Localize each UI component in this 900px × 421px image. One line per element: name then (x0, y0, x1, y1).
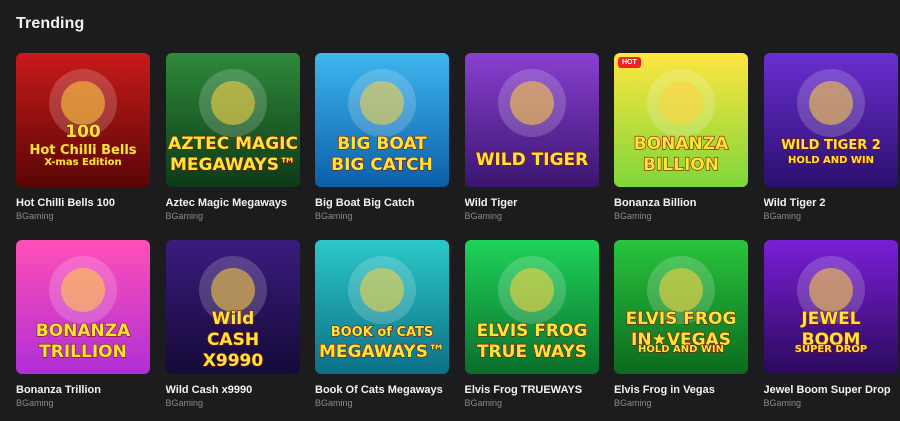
game-card[interactable]: 100 Hot Chilli Bells X-mas Edition Hot Chil… (16, 53, 150, 240)
game-thumbnail[interactable]: BONANZA TRILLION (16, 240, 150, 374)
game-art-title: BOOK of CATS (331, 325, 434, 340)
game-art-title: ELVIS FROG (476, 321, 587, 341)
game-provider: BGaming (315, 398, 353, 408)
game-art-title: Hot Chilli Bells (29, 143, 136, 158)
game-thumbnail[interactable]: BOOK of CATS MEGAWAYS™ (315, 240, 449, 374)
game-card[interactable]: ELVIS FROG TRUE WAYS Elvis Frog TRUEWAYS BG… (464, 240, 599, 421)
game-title[interactable]: Elvis Frog in Vegas (614, 384, 748, 397)
game-thumbnail[interactable]: ELVIS FROG TRUE WAYS (464, 240, 599, 374)
game-thumbnail[interactable]: ELVIS FROG IN★VEGAS HOLD AND WIN (614, 240, 748, 374)
game-provider: BGaming (763, 398, 802, 408)
game-art-title: X-mas Edition (44, 157, 121, 168)
game-provider: BGaming (614, 398, 652, 408)
game-card[interactable]: ELVIS FROG IN★VEGAS HOLD AND WIN Elvis Frog… (614, 240, 748, 421)
game-grid: 100 Hot Chilli Bells X-mas Edition Hot Chil… (16, 53, 898, 421)
game-thumbnail[interactable]: BONANZA BILLION HOT (614, 53, 748, 187)
game-card[interactable]: BONANZA BILLION HOT Bonanza Billion BGaming (614, 53, 748, 240)
game-title[interactable]: Book Of Cats Megaways (315, 384, 449, 397)
game-card[interactable]: WILD TIGER Wild Tiger BGaming (464, 53, 599, 240)
game-art-title: TRILLION (39, 342, 127, 362)
game-thumbnail[interactable]: AZTEC MAGIC MEGAWAYS™ (165, 53, 300, 187)
game-art-title: SUPER DROP (794, 344, 867, 355)
game-thumbnail[interactable]: JEWEL BOOM SUPER DROP (763, 240, 898, 374)
game-art-title: HOLD AND WIN (787, 155, 873, 166)
game-title[interactable]: Wild Tiger (465, 197, 599, 210)
game-title[interactable]: Big Boat Big Catch (315, 197, 449, 210)
game-art-title: WILD TIGER 2 (781, 138, 881, 153)
game-title[interactable]: Bonanza Billion (614, 197, 748, 210)
clover-icon (49, 256, 117, 324)
game-provider: BGaming (165, 398, 204, 408)
game-art-title: BONANZA (36, 321, 131, 341)
game-provider: BGaming (16, 398, 54, 408)
game-title[interactable]: Wild Cash x9990 (166, 384, 300, 397)
game-art-title: X9990 (202, 351, 263, 371)
game-art-title: ELVIS FROG (626, 309, 737, 329)
frog-icon (497, 256, 566, 324)
game-title[interactable]: Hot Chilli Bells 100 (16, 197, 150, 210)
game-card[interactable]: BONANZA TRILLION Bonanza Trillion BGaming (16, 240, 150, 421)
game-title[interactable]: Elvis Frog TRUEWAYS (465, 384, 599, 397)
game-thumbnail[interactable]: WILD TIGER (464, 53, 599, 187)
game-art-title: AZTEC MAGIC (168, 134, 298, 154)
game-art-title: Wild (211, 309, 254, 329)
game-art-title: TRUE WAYS (476, 342, 586, 362)
game-thumbnail[interactable]: WILD TIGER 2 HOLD AND WIN (763, 53, 898, 187)
aztec-queen-icon (198, 69, 267, 137)
game-title[interactable]: Aztec Magic Megaways (166, 197, 300, 210)
game-provider: BGaming (165, 211, 204, 221)
game-provider: BGaming (464, 398, 503, 408)
section-title: Trending (16, 15, 85, 32)
game-card[interactable]: WILD TIGER 2 HOLD AND WIN Wild Tiger 2 BGam… (763, 53, 898, 240)
game-provider: BGaming (464, 211, 503, 221)
tiger-icon (796, 69, 865, 137)
game-art-title: HOLD AND WIN (638, 344, 724, 355)
game-art-title: MEGAWAYS™ (319, 342, 445, 362)
game-art-title: CASH (206, 330, 258, 350)
game-art-title: WILD TIGER (475, 150, 588, 170)
game-thumbnail[interactable]: BIG BOAT BIG CATCH (315, 53, 449, 187)
game-card[interactable]: BOOK of CATS MEGAWAYS™ Book Of Cats Megawa… (315, 240, 449, 421)
game-art-title: BONANZA (634, 134, 729, 154)
game-title[interactable]: Jewel Boom Super Drop (764, 384, 898, 397)
cleopatra-icon (348, 256, 416, 324)
game-art-title: BIG BOAT (337, 134, 427, 154)
game-art-title: BIG CATCH (331, 155, 433, 175)
game-card[interactable]: JEWEL BOOM SUPER DROP Jewel Boom Super Drop… (763, 240, 898, 421)
game-provider: BGaming (614, 211, 652, 221)
hot-badge: HOT (618, 57, 641, 68)
game-thumbnail[interactable]: 100 Hot Chilli Bells X-mas Edition (16, 53, 150, 187)
game-provider: BGaming (315, 211, 353, 221)
trending-section: Trending 100 Hot Chilli Bells X-mas Editio… (0, 0, 900, 421)
game-art-title: MEGAWAYS™ (170, 155, 296, 175)
game-art-title: 100 (65, 122, 101, 142)
game-card[interactable]: BIG BOAT BIG CATCH Big Boat Big Catch BGami… (315, 53, 449, 240)
game-provider: BGaming (763, 211, 802, 221)
tiger-icon (497, 69, 566, 137)
game-card[interactable]: Wild CASH X9990 Wild Cash x9990 BGaming (165, 240, 300, 421)
game-thumbnail[interactable]: Wild CASH X9990 (165, 240, 300, 374)
game-provider: BGaming (16, 211, 54, 221)
game-art-title: BILLION (643, 155, 719, 175)
tuna-fish-icon (348, 69, 416, 137)
game-card[interactable]: AZTEC MAGIC MEGAWAYS™ Aztec Magic Megaways… (165, 53, 300, 240)
game-title[interactable]: Wild Tiger 2 (764, 197, 898, 210)
game-title[interactable]: Bonanza Trillion (16, 384, 150, 397)
game-art-title: JEWEL (800, 309, 860, 329)
lollipop-icon (647, 69, 715, 137)
